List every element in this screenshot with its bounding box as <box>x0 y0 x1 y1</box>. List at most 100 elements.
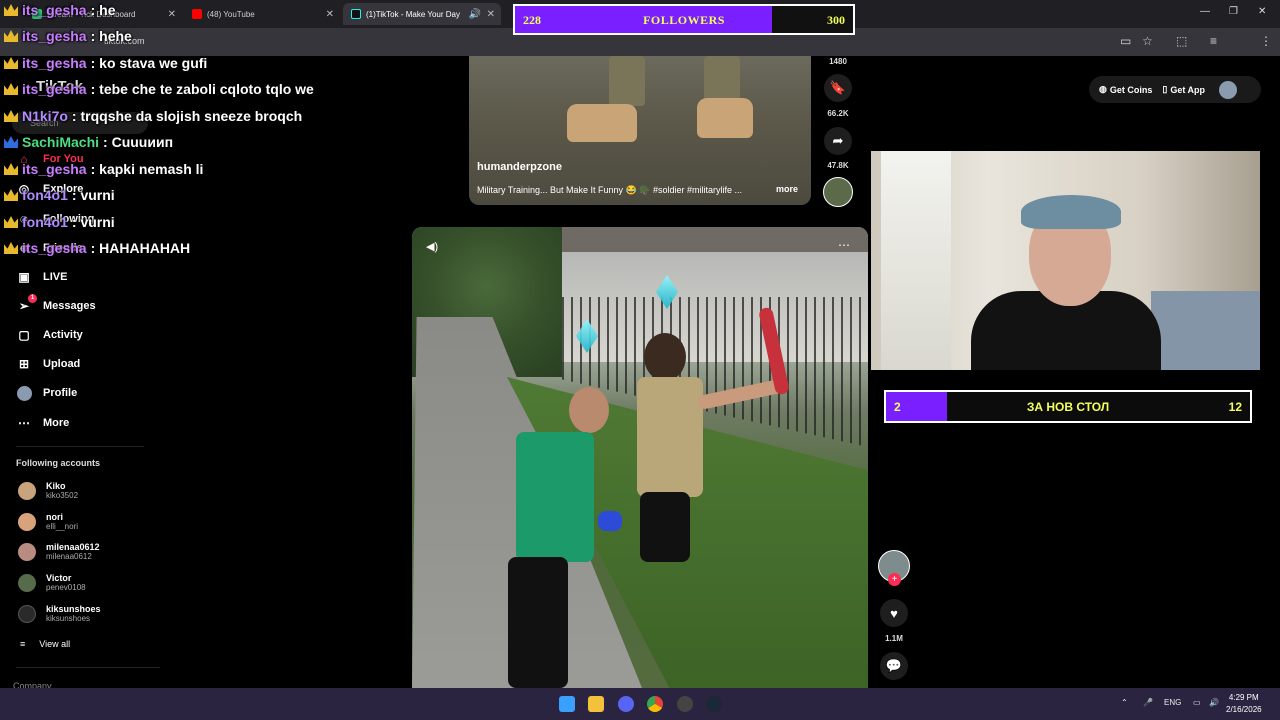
video-frame <box>609 56 645 106</box>
nav-upload[interactable]: ⊞ Upload <box>16 356 80 372</box>
tray-chevron-icon[interactable]: ⌃ <box>1121 698 1128 707</box>
restore-icon[interactable]: ❐ <box>1229 6 1238 17</box>
chat-message: its_gesha: tebe che te zaboli cqloto tql… <box>4 81 314 97</box>
crown-badge-icon <box>4 57 18 69</box>
tab-youtube[interactable]: (48) YouTube ✕ <box>184 3 340 25</box>
save-count: 66.2K <box>827 109 849 118</box>
nav-profile[interactable]: Profile <box>16 385 77 401</box>
nav-live[interactable]: ▣ LIVE <box>16 269 67 285</box>
avatar <box>18 482 36 500</box>
menu-icon[interactable]: ⋮ <box>1260 34 1272 48</box>
start-icon[interactable] <box>559 696 575 712</box>
account-username: penev0108 <box>46 583 86 592</box>
account-username: kiksunshoes <box>46 614 91 623</box>
file-explorer-icon[interactable] <box>588 696 604 712</box>
system-clock[interactable]: 4:29 PM 2/16/2026 <box>1226 692 1262 716</box>
tab-tiktok[interactable]: (1)TikTok - Make Your Day 🔊 ✕ <box>343 3 501 25</box>
crown-badge-icon <box>4 30 18 42</box>
cast-icon[interactable]: ▭ <box>1120 34 1131 48</box>
chat-message: its_gesha: hehe <box>4 28 132 44</box>
chat-username: fon4o1 <box>22 214 68 230</box>
chat-text: Сuuuиип <box>111 134 174 150</box>
speaker-icon[interactable]: 🔊 <box>469 9 481 20</box>
bookmark-star-icon[interactable]: ☆ <box>1142 34 1153 48</box>
video-frame <box>569 387 609 433</box>
chat-text: trqqshe da slojish sneeze broqch <box>80 108 303 124</box>
obs-icon[interactable] <box>677 696 693 712</box>
like-count: 1.1M <box>885 634 903 643</box>
nav-activity[interactable]: ▢ Activity <box>16 327 82 343</box>
volume-icon[interactable]: ◀) <box>426 240 438 253</box>
account-name: milenaa0612 <box>46 542 100 552</box>
chat-text: ko stava we gufi <box>99 55 208 71</box>
comment-icon[interactable]: 💬 <box>880 652 908 680</box>
video-frame <box>598 511 622 531</box>
list-icon: ≡ <box>20 639 26 649</box>
activity-icon: ▢ <box>18 328 30 342</box>
user-avatar[interactable] <box>1219 80 1237 99</box>
follow-plus-icon[interactable]: + <box>888 573 901 586</box>
nav-label: Messages <box>43 300 96 312</box>
network-icon[interactable]: ▭ <box>1193 698 1201 707</box>
account-username: milenaa0612 <box>46 552 92 561</box>
following-account[interactable]: Kiko kiko3502 <box>18 481 78 501</box>
nav-label: LIVE <box>43 271 68 283</box>
more-link[interactable]: more <box>776 184 798 194</box>
following-account[interactable]: milenaa0612 milenaa0612 <box>18 542 100 562</box>
plus-icon: ⊞ <box>18 357 30 371</box>
more-options-icon[interactable]: ⋯ <box>838 238 850 252</box>
volume-tray-icon[interactable]: 🔊 <box>1209 698 1219 707</box>
followers-goal-label: FOLLOWERS <box>643 13 725 27</box>
get-coins-button[interactable]: Get Coins <box>1110 85 1153 95</box>
window-close-icon[interactable]: ✕ <box>1258 6 1266 17</box>
chat-separator: : <box>90 240 100 256</box>
nav-more[interactable]: ⋯ More <box>16 415 69 431</box>
crown-badge-icon <box>4 4 18 16</box>
account-name: Victor <box>46 573 72 583</box>
chat-message: its_gesha: kapki nemash li <box>4 161 203 177</box>
share-icon[interactable]: ➦ <box>824 127 852 155</box>
chat-username: its_gesha <box>22 81 87 97</box>
video-frame <box>637 377 703 497</box>
close-icon[interactable]: ✕ <box>326 9 334 20</box>
chat-username: its_gesha <box>22 240 87 256</box>
discord-icon[interactable] <box>618 696 634 712</box>
nav-messages[interactable]: ➢ 1 Messages <box>16 294 96 314</box>
language-indicator[interactable]: ENG <box>1164 698 1181 707</box>
close-icon[interactable]: ✕ <box>168 9 176 20</box>
following-account[interactable]: nori elli__nori <box>18 512 78 532</box>
following-account[interactable]: kiksunshoes kiksunshoes <box>18 604 101 624</box>
get-app-button[interactable]: Get App <box>1170 85 1205 95</box>
phone-icon: ▯ <box>1162 84 1168 94</box>
followers-goal-current: 228 <box>523 13 541 27</box>
chat-text: vurni <box>80 214 115 230</box>
video-player-top[interactable]: humanderpzone Military Training... But M… <box>469 56 811 205</box>
creator-avatar[interactable] <box>823 177 853 207</box>
view-all-link[interactable]: ≡ View all <box>20 639 70 649</box>
crown-badge-icon <box>4 189 18 201</box>
close-icon[interactable]: ✕ <box>487 9 495 20</box>
bookmark-icon[interactable]: 🔖 <box>824 74 852 102</box>
heart-icon[interactable]: ♥ <box>880 599 908 627</box>
video-frame <box>644 333 686 381</box>
donation-goal-target: 12 <box>1228 400 1242 414</box>
account-name: Kiko <box>46 481 66 491</box>
nav-label: More <box>43 417 70 429</box>
minimize-icon[interactable]: — <box>1200 6 1210 17</box>
microphone-icon[interactable]: 🎤 <box>1143 698 1153 707</box>
following-account[interactable]: Victor penev0108 <box>18 573 86 593</box>
chat-separator: : <box>90 28 100 44</box>
chat-separator: : <box>90 2 100 18</box>
video-username[interactable]: humanderpzone <box>477 161 562 173</box>
chat-username: N1ki7o <box>22 108 68 124</box>
donation-goal-current: 2 <box>894 400 901 414</box>
extensions-icon[interactable]: ⬚ <box>1176 34 1187 48</box>
media-icon[interactable]: ≡ <box>1210 34 1217 48</box>
chrome-icon[interactable] <box>647 696 663 712</box>
avatar-icon <box>16 385 32 401</box>
chat-message: N1ki7o: trqqshe da slojish sneeze broqch <box>4 108 302 124</box>
steam-icon[interactable] <box>706 696 722 712</box>
video-player-main[interactable] <box>412 227 868 688</box>
chat-text: hehe <box>99 28 132 44</box>
account-username: elli__nori <box>46 522 79 531</box>
